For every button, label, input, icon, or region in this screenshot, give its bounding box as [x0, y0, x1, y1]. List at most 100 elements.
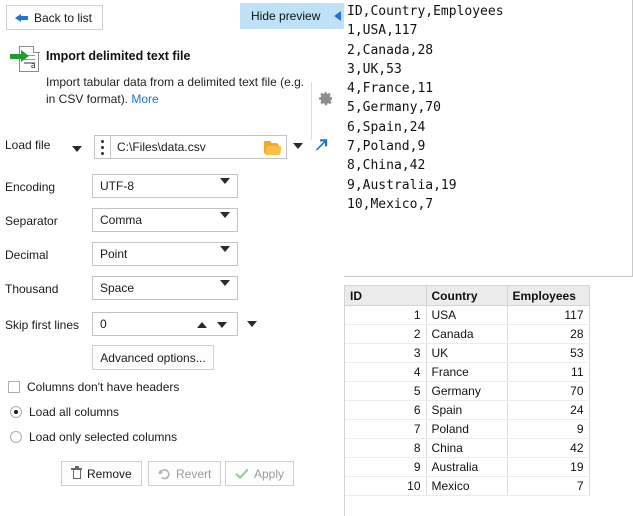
cell-country[interactable]: Germany	[426, 381, 508, 401]
encoding-value: UTF-8	[100, 179, 134, 193]
file-history-dropdown-icon[interactable]	[293, 143, 303, 149]
cell-employees[interactable]: 117	[507, 305, 590, 325]
encoding-label: Encoding	[5, 180, 56, 194]
load-selected-columns-radio[interactable]: Load only selected columns	[10, 430, 177, 444]
advanced-options-button[interactable]: Advanced options...	[92, 345, 214, 370]
import-delimited-text-file-screen: Back to list Hide preview a Import delim…	[0, 0, 633, 516]
cell-country[interactable]: Spain	[426, 400, 508, 420]
advanced-options-label: Advanced options...	[100, 350, 206, 365]
header-divider	[311, 82, 312, 140]
arrow-diagonal-icon[interactable]	[314, 138, 330, 154]
hide-preview-button[interactable]: Hide preview	[240, 3, 348, 29]
column-header-id[interactable]: ID	[345, 285, 427, 306]
cell-employees[interactable]: 70	[507, 381, 590, 401]
cell-id[interactable]: 6	[345, 400, 427, 420]
load-file-mode-dropdown[interactable]	[72, 146, 82, 152]
remove-button[interactable]: Remove	[61, 461, 142, 486]
file-path-input[interactable]: C:\Files\data.csv	[110, 135, 287, 159]
cell-id[interactable]: 10	[345, 476, 427, 496]
table-row[interactable]: 6 Spain 24	[345, 400, 590, 420]
cell-id[interactable]: 2	[345, 324, 427, 344]
revert-label: Revert	[176, 466, 212, 481]
cell-country[interactable]: China	[426, 438, 508, 458]
decimal-select[interactable]: Point	[92, 242, 238, 266]
cell-id[interactable]: 8	[345, 438, 427, 458]
table-row[interactable]: 3 UK 53	[345, 343, 590, 363]
settings-panel: Back to list Hide preview a Import delim…	[0, 0, 348, 516]
thousand-label: Thousand	[5, 282, 59, 296]
file-path-value: C:\Files\data.csv	[117, 140, 206, 154]
page-description: Import tabular data from a delimited tex…	[46, 74, 308, 108]
table-row[interactable]: 9 Australia 19	[345, 457, 590, 477]
chevron-down-icon	[220, 280, 230, 300]
thousand-select[interactable]: Space	[92, 276, 238, 300]
cell-employees[interactable]: 19	[507, 457, 590, 477]
gear-icon[interactable]	[317, 90, 334, 107]
cell-country[interactable]: USA	[426, 305, 508, 325]
table-header-row: ID Country Employees	[345, 285, 590, 306]
hide-preview-label: Hide preview	[251, 9, 321, 23]
spinner-down-icon[interactable]	[217, 322, 227, 328]
spinner-up-icon[interactable]	[197, 322, 207, 328]
cell-id[interactable]: 1	[345, 305, 427, 325]
folder-open-icon[interactable]	[264, 141, 281, 154]
separator-label: Separator	[5, 214, 58, 228]
skip-lines-dropdown-icon[interactable]	[247, 321, 257, 327]
cell-employees[interactable]: 11	[507, 362, 590, 382]
load-all-columns-radio[interactable]: Load all columns	[10, 405, 119, 419]
cell-country[interactable]: Poland	[426, 419, 508, 439]
cell-id[interactable]: 7	[345, 419, 427, 439]
cell-country[interactable]: Mexico	[426, 476, 508, 496]
drag-dots-icon[interactable]	[94, 135, 110, 159]
cell-country[interactable]: UK	[426, 343, 508, 363]
cell-id[interactable]: 5	[345, 381, 427, 401]
cell-employees[interactable]: 53	[507, 343, 590, 363]
cell-employees[interactable]: 28	[507, 324, 590, 344]
columns-no-headers-label: Columns don't have headers	[27, 380, 180, 394]
radio-circle	[10, 431, 22, 443]
back-to-list-label: Back to list	[34, 10, 93, 25]
undo-icon	[158, 468, 171, 480]
revert-button[interactable]: Revert	[148, 461, 222, 486]
cell-employees[interactable]: 7	[507, 476, 590, 496]
description-text: Import tabular data from a delimited tex…	[46, 75, 305, 106]
cell-employees[interactable]: 24	[507, 400, 590, 420]
table-row[interactable]: 7 Poland 9	[345, 419, 590, 439]
table-row[interactable]: 4 France 11	[345, 362, 590, 382]
cell-employees[interactable]: 9	[507, 419, 590, 439]
cell-country[interactable]: France	[426, 362, 508, 382]
cell-id[interactable]: 4	[345, 362, 427, 382]
table-row[interactable]: 8 China 42	[345, 438, 590, 458]
cell-id[interactable]: 9	[345, 457, 427, 477]
table-row[interactable]: 5 Germany 70	[345, 381, 590, 401]
back-to-list-button[interactable]: Back to list	[6, 5, 104, 30]
table-row[interactable]: 1 USA 117	[345, 305, 590, 325]
checkbox-box	[8, 381, 20, 393]
skip-first-lines-label: Skip first lines	[5, 318, 80, 332]
raw-text-preview[interactable]: ID,Country,Employees 1,USA,117 2,Canada,…	[344, 0, 633, 277]
more-link[interactable]: More	[131, 92, 158, 106]
radio-circle	[10, 406, 22, 418]
cell-employees[interactable]: 42	[507, 438, 590, 458]
cell-id[interactable]: 3	[345, 343, 427, 363]
apply-button[interactable]: Apply	[225, 461, 295, 486]
cell-country[interactable]: Canada	[426, 324, 508, 344]
column-header-employees[interactable]: Employees	[507, 285, 590, 306]
remove-label: Remove	[87, 466, 132, 481]
table-row[interactable]: 2 Canada 28	[345, 324, 590, 344]
columns-no-headers-checkbox[interactable]: Columns don't have headers	[8, 380, 179, 394]
check-icon	[235, 468, 249, 480]
load-file-label: Load file	[5, 138, 51, 152]
import-text-file-icon: a	[10, 45, 40, 77]
thousand-value: Space	[100, 281, 135, 295]
encoding-select[interactable]: UTF-8	[92, 174, 238, 198]
table-row[interactable]: 10 Mexico 7	[345, 476, 590, 496]
decimal-value: Point	[100, 247, 128, 261]
separator-select[interactable]: Comma	[92, 208, 238, 232]
skip-first-lines-input[interactable]: 0	[92, 312, 238, 336]
cell-country[interactable]: Australia	[426, 457, 508, 477]
trash-icon	[71, 465, 82, 480]
load-all-columns-label: Load all columns	[29, 405, 120, 419]
panel-header: a Import delimited text file Import tabu…	[0, 40, 340, 140]
column-header-country[interactable]: Country	[426, 285, 508, 306]
